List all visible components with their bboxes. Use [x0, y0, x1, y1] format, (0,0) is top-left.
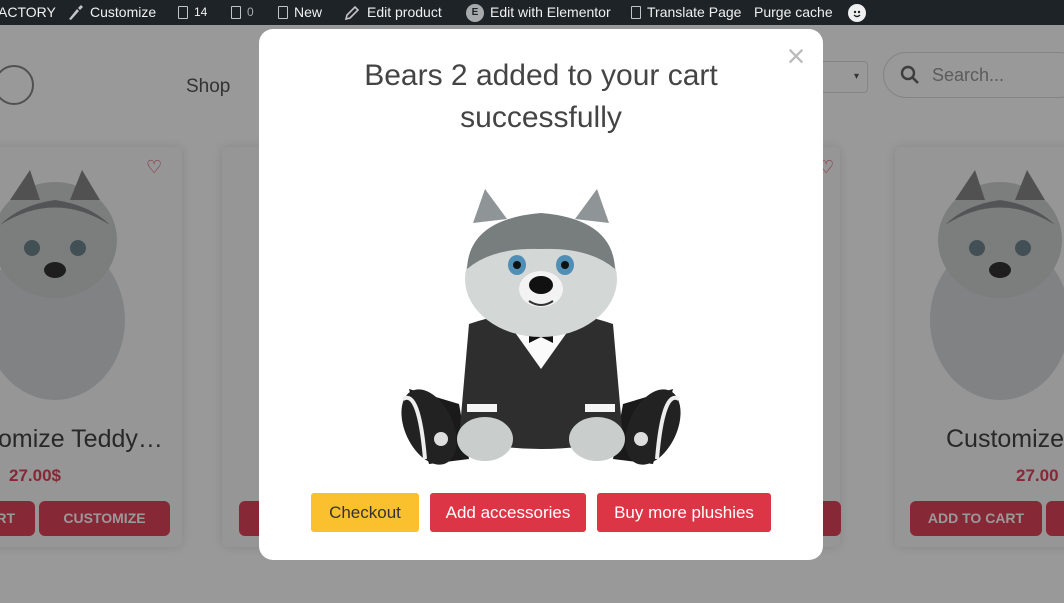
- admin-updates[interactable]: 14: [178, 0, 207, 25]
- pencil-icon: [344, 5, 360, 20]
- add-accessories-button[interactable]: Add accessories: [430, 493, 586, 532]
- admin-site-name[interactable]: ACTORY: [0, 0, 56, 25]
- admin-translate[interactable]: Translate Page: [631, 0, 741, 25]
- admin-bar: ACTORY Customize 14 0 New Edit product E…: [0, 0, 1064, 25]
- comments-icon: [231, 6, 241, 19]
- admin-comments[interactable]: 0: [231, 0, 254, 25]
- customize-label: Customize: [90, 4, 157, 20]
- checkout-button[interactable]: Checkout: [311, 493, 419, 532]
- admin-edit-product[interactable]: Edit product: [343, 0, 442, 25]
- admin-edit-elementor[interactable]: E Edit with Elementor: [466, 0, 611, 25]
- close-icon[interactable]: ×: [782, 39, 810, 73]
- elementor-icon: E: [466, 3, 484, 22]
- brush-icon: [69, 4, 83, 20]
- site-name-label: ACTORY: [0, 4, 56, 20]
- admin-user[interactable]: [848, 0, 866, 25]
- comments-count: 0: [247, 5, 254, 19]
- updates-count: 14: [194, 5, 208, 19]
- new-label: New: [294, 4, 323, 20]
- admin-new[interactable]: New: [278, 0, 322, 25]
- modal-title: Bears 2 added to your cart successfully: [364, 59, 718, 134]
- elementor-label: Edit with Elementor: [490, 4, 611, 20]
- buy-more-plushies-button[interactable]: Buy more plushies: [597, 493, 771, 532]
- edit-product-label: Edit product: [367, 4, 442, 20]
- updates-icon: [178, 6, 188, 19]
- translate-icon: [631, 6, 641, 19]
- purge-cache-label: Purge cache: [754, 4, 833, 20]
- product-image: [401, 189, 681, 465]
- admin-customize[interactable]: Customize: [66, 0, 156, 25]
- translate-label: Translate Page: [647, 4, 742, 20]
- admin-purge-cache[interactable]: Purge cache: [754, 0, 833, 25]
- added-to-cart-modal: × Bears 2 added to your cart successfull…: [259, 29, 823, 560]
- plus-icon: [278, 6, 288, 19]
- user-avatar-icon: [848, 3, 866, 22]
